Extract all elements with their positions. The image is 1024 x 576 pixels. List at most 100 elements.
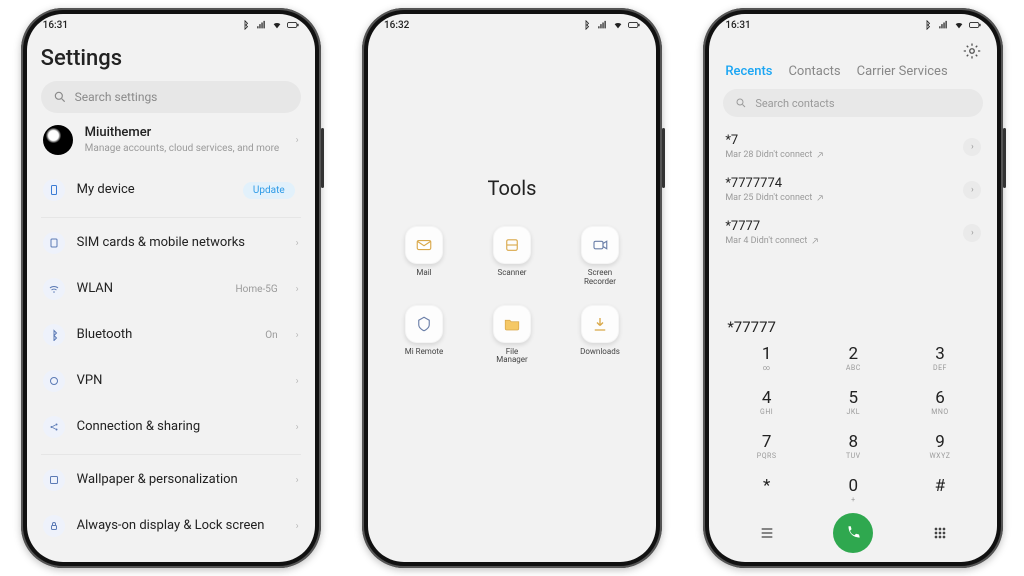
- separator: [41, 217, 301, 218]
- keypad: 1∞ 2ABC 3DEF 4GHI 5JKL 6MNO 7PQRS 8TUV 9…: [723, 340, 983, 508]
- tab-recents[interactable]: Recents: [725, 64, 772, 79]
- battery-icon: [287, 20, 299, 30]
- row-label: Always-on display & Lock screen: [77, 518, 284, 534]
- key-6[interactable]: 6MNO: [897, 384, 984, 420]
- status-bar: 16:31: [27, 14, 315, 36]
- key-9[interactable]: 9WXYZ: [897, 428, 984, 464]
- battery-icon: [969, 20, 981, 30]
- wallpaper-icon: [43, 469, 65, 491]
- tab-contacts[interactable]: Contacts: [788, 64, 840, 79]
- row-tail: Home-5G: [236, 284, 278, 295]
- my-device-label: My device: [77, 182, 231, 198]
- row-label: SIM cards & mobile networks: [77, 235, 284, 251]
- key-5[interactable]: 5JKL: [810, 384, 897, 420]
- separator: [41, 454, 301, 455]
- menu-button[interactable]: [723, 512, 810, 554]
- connection-sharing-row[interactable]: Connection & sharing ›: [41, 404, 301, 450]
- call-meta: Mar 25 Didn't connect: [725, 193, 812, 203]
- call-number: *7777: [725, 219, 963, 234]
- key-star[interactable]: *: [723, 472, 810, 508]
- app-screen-recorder[interactable]: Screen Recorder: [570, 226, 630, 287]
- key-0[interactable]: 0+: [810, 472, 897, 508]
- key-2[interactable]: 2ABC: [810, 340, 897, 376]
- app-mail[interactable]: Mail: [394, 226, 454, 287]
- phone-settings: 16:31 Settings Search settings Miuitheme…: [21, 8, 321, 568]
- wallpaper-row[interactable]: Wallpaper & personalization ›: [41, 457, 301, 503]
- mail-icon: [415, 236, 433, 254]
- account-row[interactable]: Miuithemer Manage accounts, cloud servic…: [41, 113, 301, 167]
- aod-lockscreen-row[interactable]: Always-on display & Lock screen ›: [41, 503, 301, 549]
- phone-icon: [43, 179, 65, 201]
- battery-icon: [628, 20, 640, 30]
- row-label: WLAN: [77, 281, 224, 297]
- call-log-row[interactable]: *7777774 Mar 25 Didn't connect ›: [723, 168, 983, 211]
- lock-icon: [43, 515, 65, 537]
- app-downloads[interactable]: Downloads: [570, 305, 630, 366]
- bluetooth-row[interactable]: Bluetooth On ›: [41, 312, 301, 358]
- gear-icon[interactable]: [963, 42, 981, 60]
- chevron-right-icon: ›: [296, 475, 299, 486]
- key-3[interactable]: 3DEF: [897, 340, 984, 376]
- call-log-row[interactable]: *7777 Mar 4 Didn't connect ›: [723, 211, 983, 254]
- wifi-icon: [612, 20, 624, 30]
- detail-button[interactable]: ›: [963, 138, 981, 156]
- key-1[interactable]: 1∞: [723, 340, 810, 376]
- search-contacts[interactable]: Search contacts: [723, 89, 983, 117]
- status-bar: 16:32: [368, 14, 656, 36]
- vpn-icon: [43, 370, 65, 392]
- search-icon: [53, 90, 67, 104]
- phone-dialer: 16:31 Recents Contacts Carrier Services …: [703, 8, 1003, 568]
- app-label: Screen Recorder: [584, 269, 616, 287]
- folder-title: Tools: [382, 176, 642, 200]
- wlan-row[interactable]: WLAN Home-5G ›: [41, 266, 301, 312]
- outgoing-icon: [811, 237, 819, 245]
- detail-button[interactable]: ›: [963, 181, 981, 199]
- key-7[interactable]: 7PQRS: [723, 428, 810, 464]
- key-8[interactable]: 8TUV: [810, 428, 897, 464]
- search-placeholder: Search contacts: [755, 97, 834, 110]
- signal-icon: [255, 20, 267, 30]
- key-hash[interactable]: #: [897, 472, 984, 508]
- dial-display: *77777: [723, 312, 983, 340]
- signal-icon: [937, 20, 949, 30]
- chevron-right-icon: ›: [296, 135, 299, 146]
- app-file-manager[interactable]: File Manager: [482, 305, 542, 366]
- signal-icon: [596, 20, 608, 30]
- chevron-right-icon: ›: [296, 521, 299, 532]
- app-mi-remote[interactable]: Mi Remote: [394, 305, 454, 366]
- dialpad-icon: [932, 525, 948, 541]
- sim-cards-row[interactable]: SIM cards & mobile networks ›: [41, 220, 301, 266]
- chevron-right-icon: ›: [296, 376, 299, 387]
- call-button[interactable]: [833, 513, 873, 553]
- update-badge[interactable]: Update: [243, 182, 295, 199]
- row-label: VPN: [77, 373, 284, 389]
- tab-carrier[interactable]: Carrier Services: [857, 64, 948, 79]
- call-log-row[interactable]: *7 Mar 28 Didn't connect ›: [723, 125, 983, 168]
- status-time: 16:31: [43, 20, 68, 31]
- scanner-icon: [503, 236, 521, 254]
- status-time: 16:32: [384, 20, 409, 31]
- phone-icon: [844, 524, 862, 542]
- app-label: Downloads: [580, 348, 620, 357]
- folder-icon: [503, 315, 521, 333]
- key-4[interactable]: 4GHI: [723, 384, 810, 420]
- avatar: [43, 125, 73, 155]
- row-label: Wallpaper & personalization: [77, 472, 284, 488]
- search-settings[interactable]: Search settings: [41, 81, 301, 113]
- vpn-row[interactable]: VPN ›: [41, 358, 301, 404]
- outgoing-icon: [816, 194, 824, 202]
- dialer-tabs: Recents Contacts Carrier Services: [723, 60, 983, 89]
- my-device-row[interactable]: My device Update: [41, 167, 301, 213]
- app-label: Mi Remote: [405, 348, 444, 357]
- bluetooth-icon: [43, 324, 65, 346]
- page-title: Settings: [41, 46, 301, 71]
- app-scanner[interactable]: Scanner: [482, 226, 542, 287]
- call-meta: Mar 28 Didn't connect: [725, 150, 812, 160]
- detail-button[interactable]: ›: [963, 224, 981, 242]
- chevron-right-icon: ›: [296, 284, 299, 295]
- app-label: Mail: [416, 269, 431, 278]
- status-bar: 16:31: [709, 14, 997, 36]
- sim-icon: [43, 232, 65, 254]
- dialpad-toggle[interactable]: [897, 512, 984, 554]
- menu-icon: [759, 525, 775, 541]
